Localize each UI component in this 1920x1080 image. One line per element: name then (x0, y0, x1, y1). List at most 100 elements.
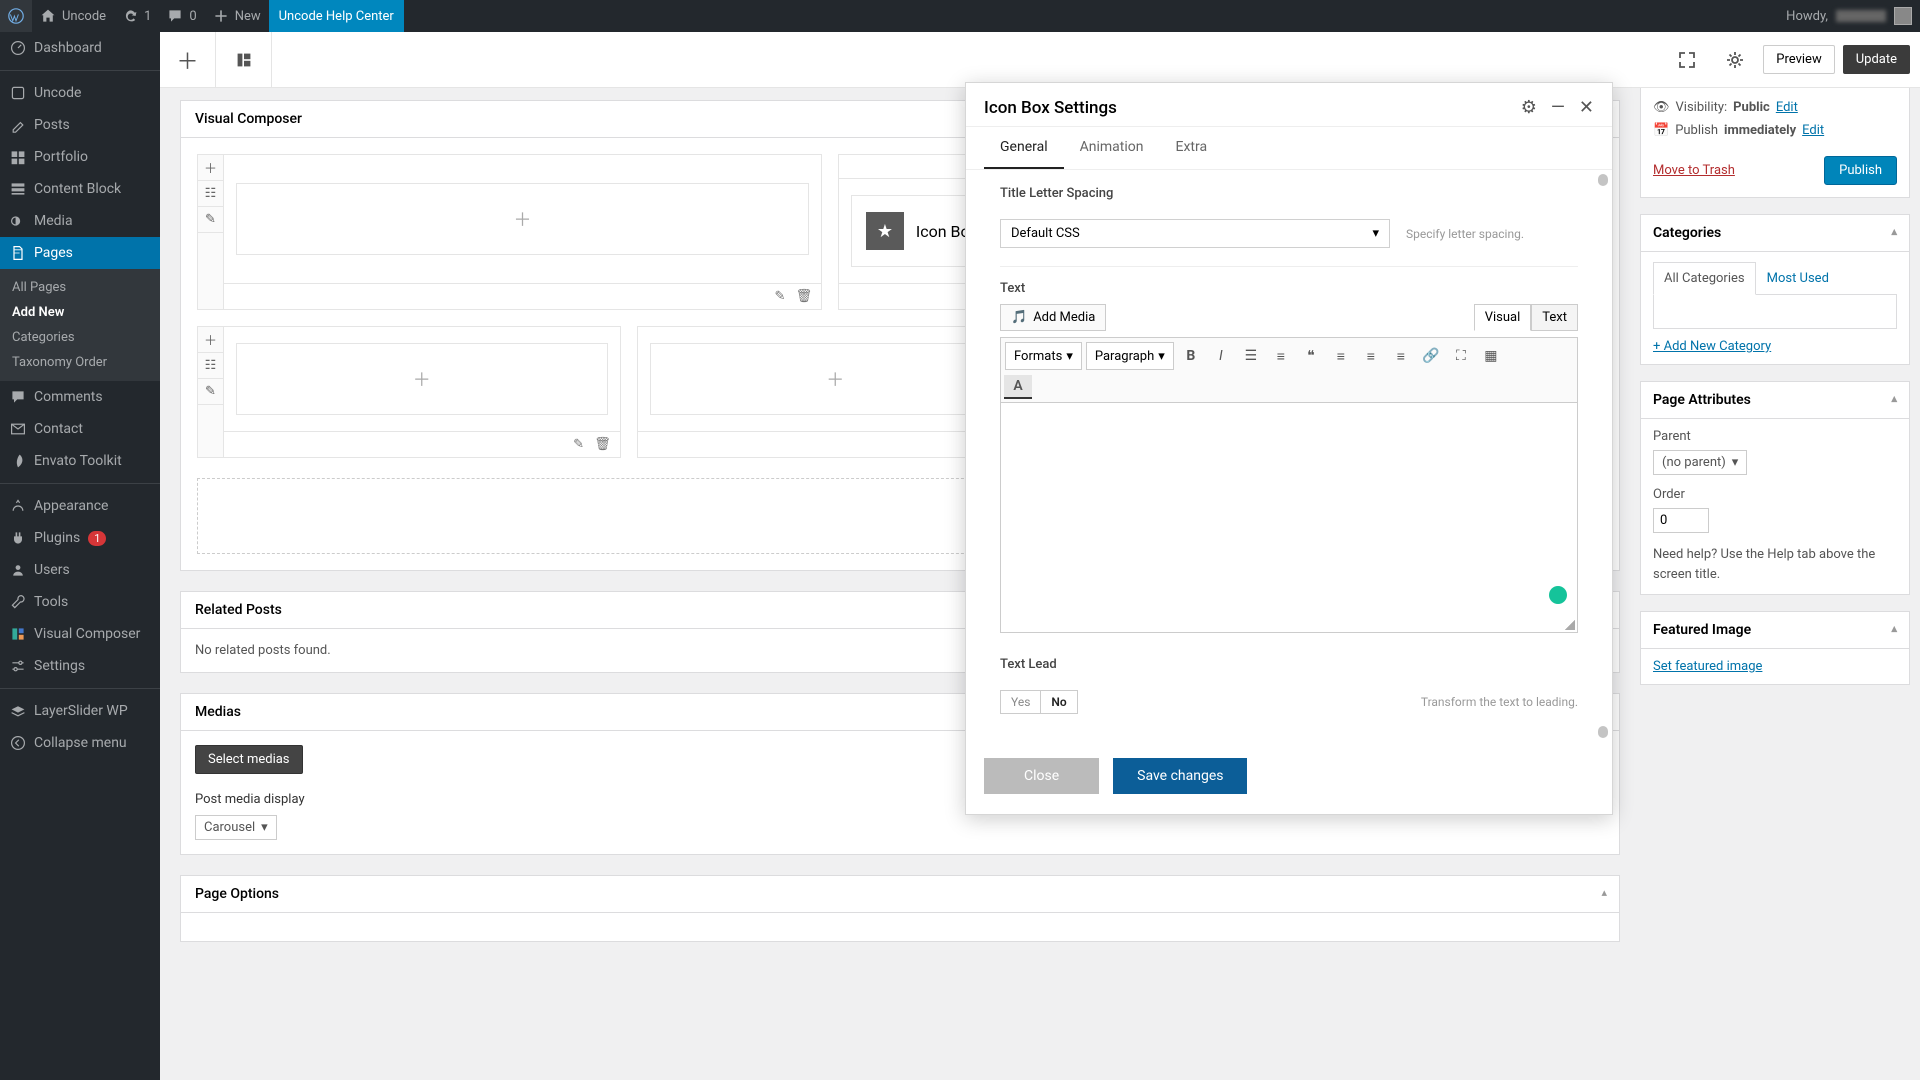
resize-handle[interactable] (1565, 620, 1575, 630)
sidebar-portfolio[interactable]: Portfolio (0, 141, 160, 173)
sidebar-pages[interactable]: Pages (0, 237, 160, 269)
row-columns-icon[interactable]: ☷ (198, 181, 223, 207)
sidebar-media[interactable]: Media (0, 205, 160, 237)
editor-tab-visual[interactable]: Visual (1474, 304, 1532, 331)
letter-spacing-select[interactable]: Default CSS▾ (1000, 219, 1390, 248)
link-icon[interactable]: 🔗 (1417, 342, 1445, 370)
sidebar-sub-all-pages[interactable]: All Pages (0, 275, 160, 300)
modal-tab-general[interactable]: General (984, 127, 1064, 169)
fullscreen-editor-icon[interactable]: ⛶ (1447, 342, 1475, 370)
bold-icon[interactable]: B (1177, 342, 1205, 370)
wp-logo[interactable] (0, 0, 32, 32)
modal-close-icon[interactable]: ✕ (1579, 97, 1594, 118)
editor-tab-text[interactable]: Text (1531, 304, 1578, 331)
paragraph-dropdown[interactable]: Paragraph▾ (1086, 342, 1174, 370)
gear-icon[interactable] (1715, 40, 1755, 80)
media-display-select[interactable]: Carousel▾ (195, 815, 277, 840)
sidebar-tools[interactable]: Tools (0, 586, 160, 618)
order-input[interactable] (1653, 508, 1709, 533)
sidebar-sub-categories[interactable]: Categories (0, 325, 160, 350)
move-to-trash-link[interactable]: Move to Trash (1653, 163, 1735, 178)
sidebar-envato[interactable]: Envato Toolkit (0, 445, 160, 477)
parent-select[interactable]: (no parent)▾ (1653, 450, 1747, 475)
site-link[interactable]: Uncode (32, 0, 114, 32)
close-button[interactable]: Close (984, 758, 1099, 794)
modal-tab-extra[interactable]: Extra (1159, 127, 1223, 169)
sidebar-users[interactable]: Users (0, 554, 160, 586)
page-options-title[interactable]: Page Options (181, 876, 1619, 913)
align-left-icon[interactable]: ≡ (1327, 342, 1355, 370)
col-add-placeholder[interactable]: ＋ (236, 183, 809, 255)
text-lead-no[interactable]: No (1040, 691, 1076, 713)
text-lead-toggle[interactable]: Yes No (1000, 690, 1078, 714)
comments-link[interactable]: 0 (159, 0, 204, 32)
featured-image-title[interactable]: Featured Image (1641, 612, 1909, 649)
sidebar-comments[interactable]: Comments (0, 381, 160, 413)
col-delete-icon[interactable]: 🗑 (793, 286, 815, 308)
sidebar-visual-composer[interactable]: Visual Composer (0, 618, 160, 650)
select-medias-button[interactable]: Select medias (195, 745, 303, 774)
row-add-icon[interactable]: ＋ (198, 155, 223, 181)
sidebar-posts[interactable]: Posts (0, 109, 160, 141)
align-center-icon[interactable]: ≡ (1357, 342, 1385, 370)
chevron-down-icon: ▾ (1732, 455, 1739, 470)
update-button[interactable]: Update (1843, 45, 1910, 74)
number-list-icon[interactable]: ≡ (1267, 342, 1295, 370)
publish-button[interactable]: Publish (1824, 156, 1897, 185)
row-add-icon[interactable]: ＋ (198, 327, 223, 353)
sidebar-dashboard[interactable]: Dashboard (0, 32, 160, 64)
updates-link[interactable]: 1 (114, 0, 159, 32)
text-editor-area[interactable] (1000, 403, 1578, 633)
categories-box-title[interactable]: Categories (1641, 215, 1909, 252)
sidebar-sub-taxonomy[interactable]: Taxonomy Order (0, 350, 160, 375)
col-edit-icon[interactable]: ✎ (769, 286, 791, 308)
set-featured-image-link[interactable]: Set featured image (1653, 659, 1762, 674)
fullscreen-icon[interactable] (1667, 40, 1707, 80)
add-media-button[interactable]: 🎵Add Media (1000, 304, 1106, 331)
add-new-category-link[interactable]: + Add New Category (1653, 339, 1771, 354)
row-edit-icon[interactable]: ✎ (198, 379, 223, 405)
italic-icon[interactable]: I (1207, 342, 1235, 370)
toolbar-toggle-icon[interactable]: ▦ (1477, 342, 1505, 370)
vc-templates[interactable] (216, 32, 272, 88)
row-columns-icon[interactable]: ☷ (198, 353, 223, 379)
sidebar-collapse[interactable]: Collapse menu (0, 727, 160, 759)
sidebar-contact[interactable]: Contact (0, 413, 160, 445)
page-attributes-title[interactable]: Page Attributes (1641, 382, 1909, 419)
edit-visibility-link[interactable]: Edit (1776, 100, 1798, 115)
sidebar-uncode[interactable]: Uncode (0, 77, 160, 109)
scrollbar-thumb[interactable] (1598, 726, 1608, 738)
blockquote-icon[interactable]: ❝ (1297, 342, 1325, 370)
bullet-list-icon[interactable]: ☰ (1237, 342, 1265, 370)
tab-all-categories[interactable]: All Categories (1653, 262, 1756, 295)
avatar[interactable] (1894, 7, 1912, 25)
modal-minimize-icon[interactable]: — (1551, 97, 1565, 118)
sidebar-settings[interactable]: Settings (0, 650, 160, 682)
col-edit-icon[interactable]: ✎ (568, 434, 590, 456)
sidebar-content-block[interactable]: Content Block (0, 173, 160, 205)
text-color-icon[interactable]: A (1004, 375, 1032, 399)
tab-most-used[interactable]: Most Used (1756, 262, 1840, 295)
sidebar-sub-add-new[interactable]: Add New (0, 300, 160, 325)
new-link[interactable]: New (205, 0, 269, 32)
col-delete-icon[interactable]: 🗑 (592, 434, 614, 456)
howdy-label: Howdy, (1786, 9, 1828, 24)
edit-publish-link[interactable]: Edit (1802, 123, 1824, 138)
modal-tab-animation[interactable]: Animation (1064, 127, 1160, 169)
vc-add-element[interactable]: ＋ (160, 32, 216, 88)
help-center-link[interactable]: Uncode Help Center (269, 0, 404, 32)
sidebar-appearance[interactable]: Appearance (0, 490, 160, 522)
align-right-icon[interactable]: ≡ (1387, 342, 1415, 370)
save-changes-button[interactable]: Save changes (1113, 758, 1247, 794)
row-edit-icon[interactable]: ✎ (198, 207, 223, 233)
modal-gear-icon[interactable]: ⚙ (1521, 97, 1537, 118)
sidebar-layerslider[interactable]: LayerSlider WP (0, 695, 160, 727)
preview-button[interactable]: Preview (1763, 45, 1834, 74)
text-lead-yes[interactable]: Yes (1001, 691, 1040, 713)
col-add-placeholder[interactable]: ＋ (236, 343, 608, 415)
text-lead-label: Text Lead (1000, 657, 1578, 672)
formats-dropdown[interactable]: Formats▾ (1005, 342, 1082, 370)
sidebar-plugins[interactable]: Plugins1 (0, 522, 160, 554)
sidebar-envato-label: Envato Toolkit (34, 453, 122, 469)
scrollbar-thumb[interactable] (1598, 174, 1608, 186)
